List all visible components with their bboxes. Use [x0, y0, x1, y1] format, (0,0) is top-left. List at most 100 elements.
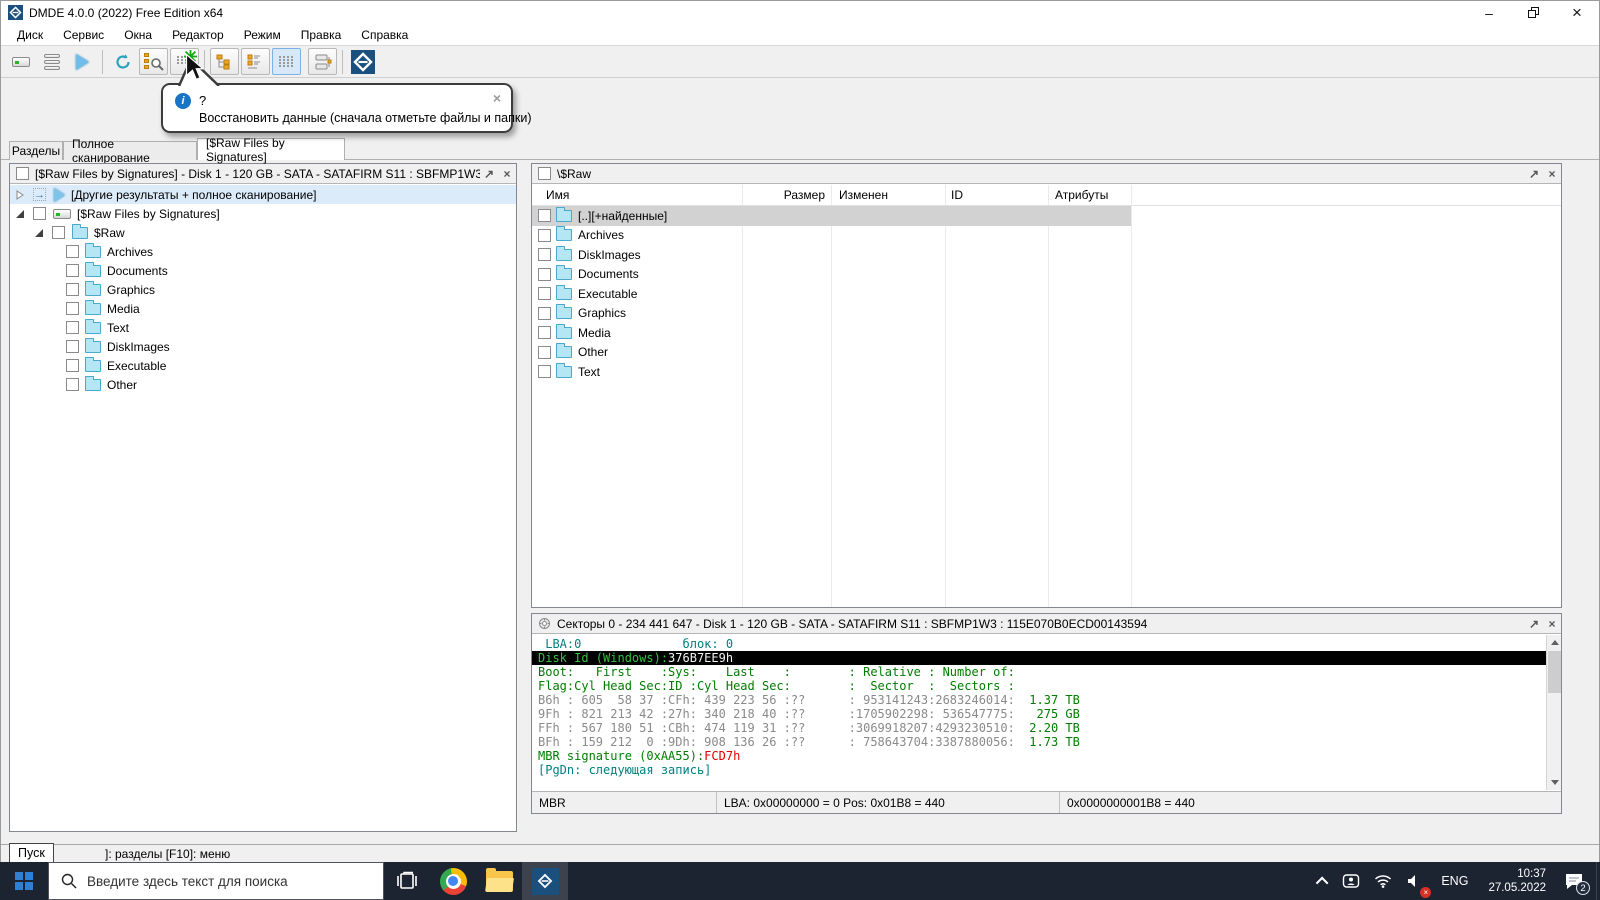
close-button[interactable]: × [1555, 1, 1599, 24]
tray-chevron-button[interactable] [1312, 862, 1335, 900]
row-checkbox[interactable] [538, 326, 551, 340]
menu-disk[interactable]: Диск [7, 26, 53, 44]
column-attributes[interactable]: Атрибуты [1055, 188, 1108, 202]
expander-collapsed-icon[interactable] [16, 189, 24, 200]
file-row-executable[interactable]: Executable [532, 284, 1561, 304]
panels-layout-button[interactable] [308, 48, 337, 75]
tree-item-text[interactable]: Text [10, 318, 516, 337]
tooltip-close-icon[interactable]: × [493, 90, 501, 106]
file-row-graphics[interactable]: Graphics [532, 304, 1561, 324]
tree-item-media[interactable]: Media [10, 299, 516, 318]
tree-checkbox[interactable] [66, 302, 79, 315]
menu-mode[interactable]: Режим [234, 26, 291, 44]
tree-checkbox[interactable] [66, 321, 79, 334]
column-id[interactable]: ID [951, 188, 963, 202]
column-name[interactable]: Имя [546, 188, 569, 202]
partitions-button[interactable] [37, 48, 66, 75]
volume-button[interactable]: × [1399, 862, 1432, 900]
file-row-text[interactable]: Text [532, 362, 1561, 382]
menu-help[interactable]: Справка [351, 26, 418, 44]
menu-editor[interactable]: Редактор [162, 26, 234, 44]
continue-button[interactable] [68, 48, 97, 75]
pane-close-icon[interactable]: × [1543, 167, 1561, 181]
meet-now-button[interactable] [1335, 862, 1367, 900]
taskbar-search[interactable] [48, 862, 384, 900]
row-checkbox[interactable] [538, 345, 551, 359]
pane-maximize-icon[interactable]: ↗ [1525, 617, 1543, 631]
row-checkbox[interactable] [538, 287, 551, 301]
status-mode: MBR [532, 792, 717, 813]
row-checkbox[interactable] [538, 209, 551, 223]
icons-view-button[interactable] [272, 48, 301, 75]
refresh-button[interactable] [108, 48, 137, 75]
tree-checkbox[interactable] [33, 207, 46, 220]
tree-checkbox[interactable] [66, 340, 79, 353]
show-desktop-button[interactable] [1596, 862, 1600, 900]
panel-checkbox[interactable] [538, 167, 551, 180]
file-row-media[interactable]: Media [532, 323, 1561, 343]
list-view-button[interactable] [241, 48, 270, 75]
row-checkbox[interactable] [538, 228, 551, 242]
search-input[interactable] [87, 873, 383, 889]
tree-item-other[interactable]: Other [10, 375, 516, 394]
pane-close-icon[interactable]: × [1543, 617, 1561, 631]
restore-button[interactable] [1511, 1, 1555, 24]
tree-checkbox[interactable] [66, 245, 79, 258]
expander-expanded-icon[interactable] [34, 228, 44, 238]
row-checkbox[interactable] [538, 365, 551, 379]
minimize-button[interactable]: – [1467, 1, 1511, 24]
select-disk-button[interactable] [6, 48, 35, 75]
pane-maximize-icon[interactable]: ↗ [480, 167, 498, 181]
scroll-thumb[interactable] [1548, 651, 1561, 693]
row-checkbox[interactable] [538, 267, 551, 281]
file-row-other[interactable]: Other [532, 343, 1561, 363]
chrome-button[interactable] [430, 862, 476, 900]
pane-maximize-icon[interactable]: ↗ [1525, 167, 1543, 181]
panel-checkbox[interactable] [16, 167, 29, 180]
dmde-taskbar-button[interactable] [522, 862, 568, 900]
tree-item-raw-root[interactable]: $Raw [10, 223, 516, 242]
tree-checkbox[interactable] [66, 264, 79, 277]
tree-checkbox[interactable] [66, 283, 79, 296]
explorer-button[interactable] [476, 862, 522, 900]
menu-service[interactable]: Сервис [53, 26, 114, 44]
row-checkbox[interactable] [538, 306, 551, 320]
action-center-button[interactable]: 2 [1556, 862, 1596, 900]
column-size[interactable]: Размер [742, 188, 825, 202]
menu-windows[interactable]: Окна [114, 26, 162, 44]
tree-checkbox[interactable] [66, 359, 79, 372]
tree-item-graphics[interactable]: Graphics [10, 280, 516, 299]
file-row-archives[interactable]: Archives [532, 226, 1561, 246]
expander-expanded-icon[interactable] [15, 209, 25, 219]
clock[interactable]: 10:37 27.05.2022 [1478, 862, 1556, 900]
language-indicator[interactable]: ENG [1431, 862, 1478, 900]
hex-viewer[interactable]: LBA:0 блок: 0 Disk Id (Windows):376B7EE9… [532, 635, 1546, 790]
tab-raw-files[interactable]: [$Raw Files by Signatures] [197, 136, 345, 164]
tree-item-raw-volume[interactable]: [$Raw Files by Signatures] [10, 204, 516, 223]
file-row-up[interactable]: [..][+найденные] [532, 206, 1561, 226]
menu-edit[interactable]: Правка [291, 26, 352, 44]
pane-close-icon[interactable]: × [498, 167, 516, 181]
tree-item-diskimages[interactable]: DiskImages [10, 337, 516, 356]
task-view-button[interactable] [384, 862, 430, 900]
row-checkbox[interactable] [538, 248, 551, 262]
hex-scrollbar[interactable] [1546, 635, 1561, 790]
tree-item-documents[interactable]: Documents [10, 261, 516, 280]
file-row-documents[interactable]: Documents [532, 265, 1561, 285]
scroll-up-icon[interactable] [1547, 635, 1562, 650]
scroll-down-icon[interactable] [1547, 775, 1562, 790]
tree-checkbox[interactable] [66, 378, 79, 391]
tab-full-scan[interactable]: Полное сканирование [63, 137, 197, 165]
file-row-diskimages[interactable]: DiskImages [532, 245, 1561, 265]
folder-icon [556, 226, 572, 242]
column-modified[interactable]: Изменен [839, 188, 888, 202]
tree-item-archives[interactable]: Archives [10, 242, 516, 261]
tab-partitions[interactable]: Разделы [9, 141, 63, 160]
tree-item-executable[interactable]: Executable [10, 356, 516, 375]
tree-item-other-results[interactable]: → [Другие результаты + полное сканирован… [10, 185, 516, 204]
tree-checkbox[interactable] [52, 226, 65, 239]
search-files-button[interactable] [139, 48, 168, 75]
wifi-button[interactable] [1367, 862, 1399, 900]
start-button[interactable] [0, 862, 48, 900]
dmde-home-button[interactable] [348, 48, 377, 75]
